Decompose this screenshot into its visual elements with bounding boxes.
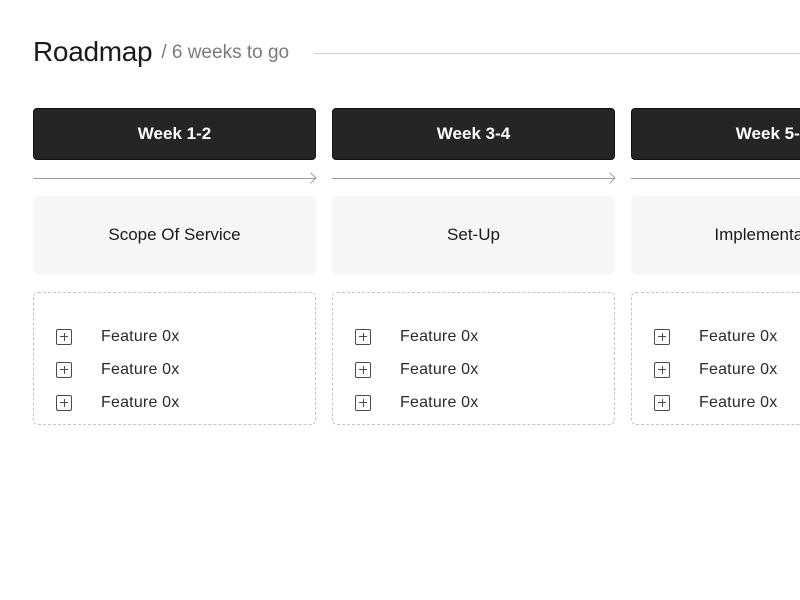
feature-item[interactable]: Feature 0x	[56, 320, 315, 353]
plus-square-icon[interactable]	[654, 361, 670, 378]
feature-label: Feature 0x	[699, 360, 778, 378]
page-subtitle: / 6 weeks to go	[161, 42, 290, 63]
feature-item[interactable]: Feature 0x	[654, 320, 800, 353]
feature-item[interactable]: Feature 0x	[56, 386, 315, 419]
feature-label: Feature 0x	[101, 360, 180, 378]
roadmap-columns: Week 1-2 Scope Of Service Feature 0x Fea…	[33, 108, 800, 425]
roadmap-column-week-5-6: Week 5-6 Implementation Feature 0x Featu…	[631, 108, 800, 425]
feature-item[interactable]: Feature 0x	[355, 320, 614, 353]
feature-label: Feature 0x	[699, 327, 778, 345]
feature-label: Feature 0x	[101, 393, 180, 411]
feature-label: Feature 0x	[400, 360, 479, 378]
timeline-arrow-icon	[332, 172, 616, 184]
roadmap-column-week-3-4: Week 3-4 Set-Up Feature 0x Feature 0x Fe…	[332, 108, 616, 425]
plus-square-icon[interactable]	[355, 394, 371, 411]
feature-list: Feature 0x Feature 0x Feature 0x	[33, 292, 316, 425]
feature-item[interactable]: Feature 0x	[355, 353, 614, 386]
timeline-arrow-icon	[631, 173, 800, 183]
plus-square-icon[interactable]	[56, 328, 72, 345]
phase-card[interactable]: Set-Up	[332, 196, 615, 274]
feature-item[interactable]: Feature 0x	[654, 386, 800, 419]
feature-item[interactable]: Feature 0x	[654, 353, 800, 386]
plus-square-icon[interactable]	[654, 394, 670, 411]
phase-card[interactable]: Scope Of Service	[33, 196, 316, 274]
plus-square-icon[interactable]	[355, 361, 371, 378]
feature-label: Feature 0x	[101, 327, 180, 345]
plus-square-icon[interactable]	[654, 328, 670, 345]
plus-square-icon[interactable]	[355, 328, 371, 345]
header-divider	[314, 52, 800, 54]
page-header: Roadmap / 6 weeks to go	[33, 34, 800, 70]
roadmap-column-week-1-2: Week 1-2 Scope Of Service Feature 0x Fea…	[33, 108, 317, 425]
feature-label: Feature 0x	[400, 327, 479, 345]
week-button[interactable]: Week 1-2	[33, 108, 316, 160]
plus-square-icon[interactable]	[56, 361, 72, 378]
feature-label: Feature 0x	[699, 393, 778, 411]
feature-list: Feature 0x Feature 0x Feature 0x	[631, 292, 800, 425]
feature-label: Feature 0x	[400, 393, 479, 411]
roadmap-page: Roadmap / 6 weeks to go Week 1-2 Scope O…	[0, 0, 800, 600]
feature-item[interactable]: Feature 0x	[355, 386, 614, 419]
plus-square-icon[interactable]	[56, 394, 72, 411]
feature-list: Feature 0x Feature 0x Feature 0x	[332, 292, 615, 425]
timeline-arrow-icon	[33, 172, 317, 184]
week-button[interactable]: Week 3-4	[332, 108, 615, 160]
week-button[interactable]: Week 5-6	[631, 108, 800, 160]
feature-item[interactable]: Feature 0x	[56, 353, 315, 386]
page-title: Roadmap	[33, 36, 153, 67]
phase-card[interactable]: Implementation	[631, 196, 800, 274]
